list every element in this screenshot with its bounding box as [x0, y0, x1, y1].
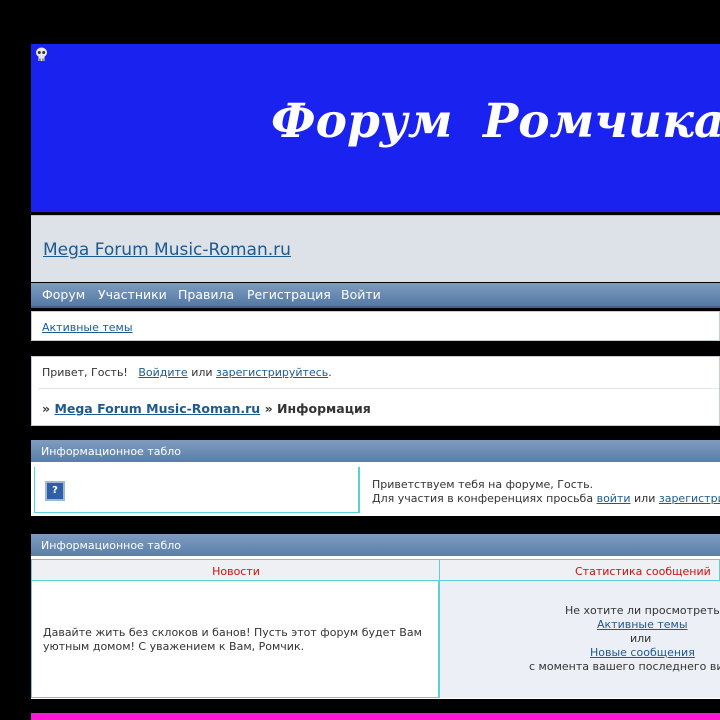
greeting-or: или: [191, 366, 213, 379]
banner-title: Форум Ромчика п: [271, 94, 720, 149]
greeting-text: Привет, Гость!: [42, 366, 128, 379]
greeting-end: .: [328, 366, 332, 379]
stats-active-topics-link[interactable]: Активные темы: [597, 618, 688, 631]
greeting-box: Привет, Гость! Войдите или зарегистрируй…: [31, 356, 720, 426]
nav-item-rules[interactable]: Правила: [178, 287, 234, 302]
greeting-line: Привет, Гость! Войдите или зарегистрируй…: [42, 366, 332, 379]
news-cell: Давайте жить без склоков и банов! Пусть …: [31, 581, 439, 698]
sub-navigation: Активные темы: [31, 311, 720, 341]
breadcrumb-separator: »: [264, 401, 273, 416]
skull-icon: [36, 47, 47, 61]
info-board-title: Информационное табло: [41, 539, 182, 552]
column-stats: Статистика сообщений: [575, 565, 711, 578]
breadcrumb: » Mega Forum Music-Roman.ru » Информация: [42, 401, 371, 416]
bottom-strip: [31, 713, 720, 720]
news-text: Давайте жить без склоков и банов! Пусть …: [43, 626, 422, 653]
welcome-register-link[interactable]: зарегистри: [659, 492, 720, 505]
participate-line: Для участия в конференциях просьба войти…: [372, 492, 720, 505]
nav-item-login[interactable]: Войти: [341, 287, 381, 302]
main-navigation: Форум Участники Правила Регистрация Войт…: [31, 283, 720, 308]
info-board-header: Информационное табло: [31, 534, 720, 556]
register-link[interactable]: зарегистрируйтесь: [216, 366, 328, 379]
nav-item-members[interactable]: Участники: [98, 287, 167, 302]
help-icon: ?: [45, 481, 65, 501]
welcome-login-link[interactable]: войти: [597, 492, 631, 505]
nav-item-register[interactable]: Регистрация: [247, 287, 331, 302]
site-header: Mega Forum Music-Roman.ru: [31, 215, 720, 282]
login-link[interactable]: Войдите: [138, 366, 187, 379]
info-board-header: Информационное табло: [31, 440, 720, 462]
breadcrumb-separator: »: [42, 401, 51, 416]
table-header: Новости Статистика сообщений: [31, 559, 720, 582]
participate-or: или: [634, 492, 656, 505]
forum-banner: Форум Ромчика п: [31, 44, 720, 212]
column-news: Новости: [212, 565, 260, 578]
icon-cell: [34, 467, 359, 513]
active-topics-link[interactable]: Активные темы: [42, 321, 133, 334]
breadcrumb-current: Информация: [277, 401, 371, 416]
breadcrumb-root-link[interactable]: Mega Forum Music-Roman.ru: [54, 401, 260, 416]
info-board-welcome: Информационное табло ? Приветствуем тебя…: [31, 440, 720, 516]
stats-since: с момента вашего последнего ви: [529, 660, 720, 673]
divider: [38, 388, 719, 389]
site-title-link[interactable]: Mega Forum Music-Roman.ru: [43, 240, 291, 260]
welcome-text: Приветствуем тебя на форуме, Гость.: [372, 478, 594, 491]
nav-item-forum[interactable]: Форум: [42, 287, 85, 302]
stats-question: Не хотите ли просмотреть: [565, 604, 720, 617]
stats-new-posts-link[interactable]: Новые сообщения: [590, 646, 695, 659]
stats-or: или: [630, 632, 652, 645]
stats-cell: Не хотите ли просмотреть Активные темы и…: [439, 581, 720, 698]
info-board-news: Информационное табло Новости Статистика …: [31, 534, 720, 699]
info-board-title: Информационное табло: [41, 445, 182, 458]
participate-text: Для участия в конференциях просьба: [372, 492, 594, 505]
